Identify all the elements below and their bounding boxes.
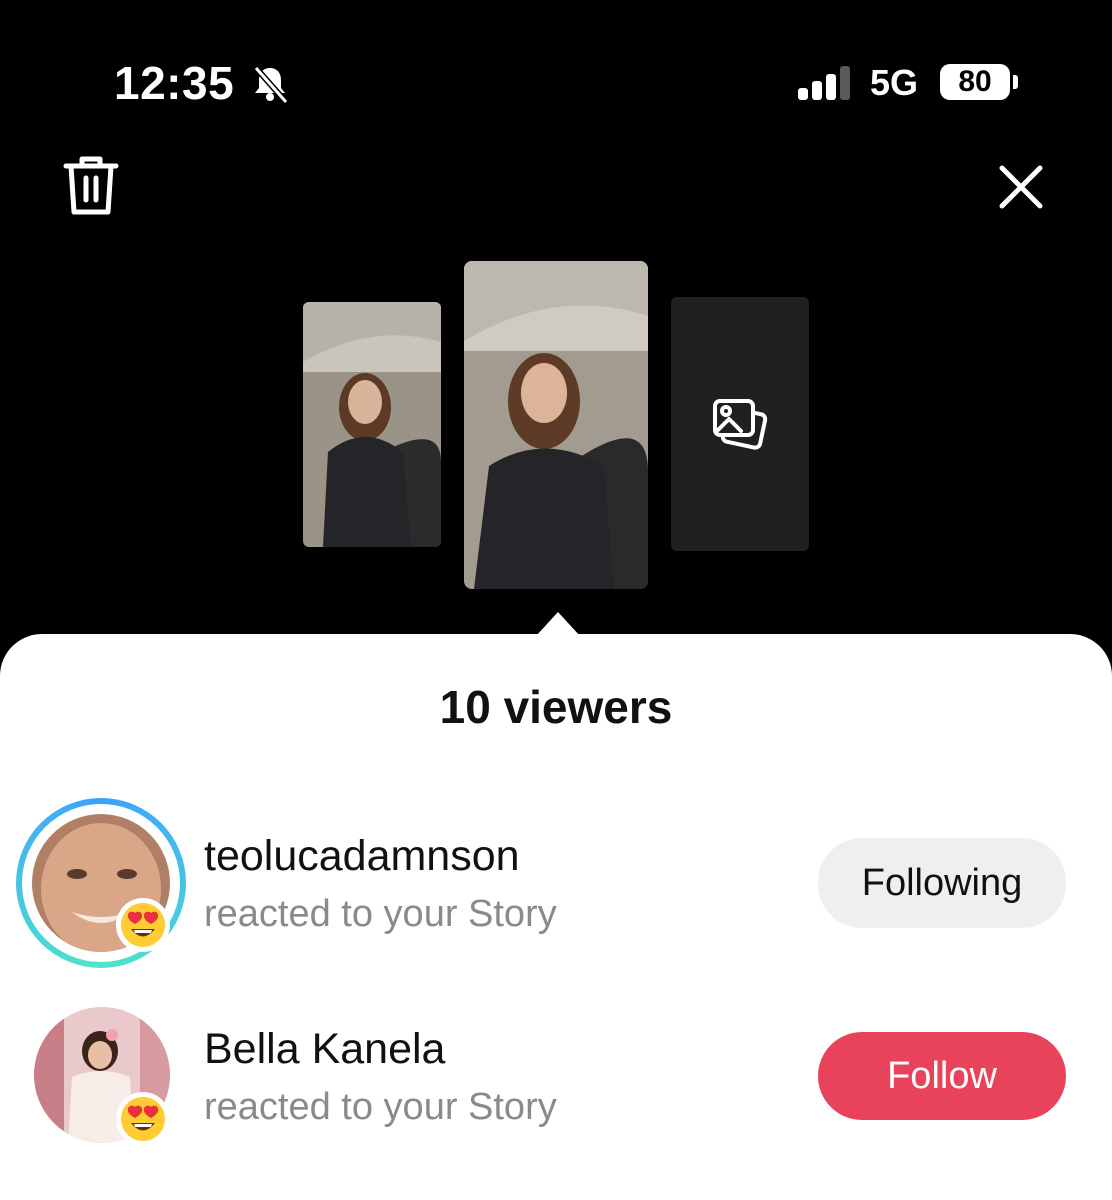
close-icon[interactable]: [998, 164, 1044, 215]
status-time: 12:35: [114, 57, 235, 109]
reaction-badge: [116, 1092, 170, 1146]
viewer-name[interactable]: teolucadamnson: [204, 832, 520, 881]
signal-icon: [798, 66, 854, 105]
network-type: 5G: [870, 62, 919, 103]
viewer-subtitle: reacted to your Story: [204, 1086, 557, 1128]
follow-button[interactable]: Follow: [818, 1032, 1066, 1120]
trash-icon[interactable]: [62, 154, 120, 223]
gallery-icon[interactable]: [711, 397, 769, 460]
story-thumbnail-current[interactable]: [464, 261, 648, 589]
viewer-subtitle: reacted to your Story: [204, 893, 557, 935]
battery-level: 80: [940, 64, 1010, 100]
heart-eyes-emoji-icon: [121, 903, 165, 947]
story-thumbnail-previous[interactable]: [303, 302, 441, 547]
viewers-title: 10 viewers: [439, 681, 673, 733]
viewer-name[interactable]: Bella Kanela: [204, 1025, 445, 1074]
battery-tip: [1013, 75, 1018, 89]
reaction-badge: [116, 898, 170, 952]
following-button[interactable]: Following: [818, 838, 1066, 928]
heart-eyes-emoji-icon: [121, 1097, 165, 1141]
sheet-pointer: [536, 612, 580, 636]
bell-slash-icon: [250, 64, 290, 109]
